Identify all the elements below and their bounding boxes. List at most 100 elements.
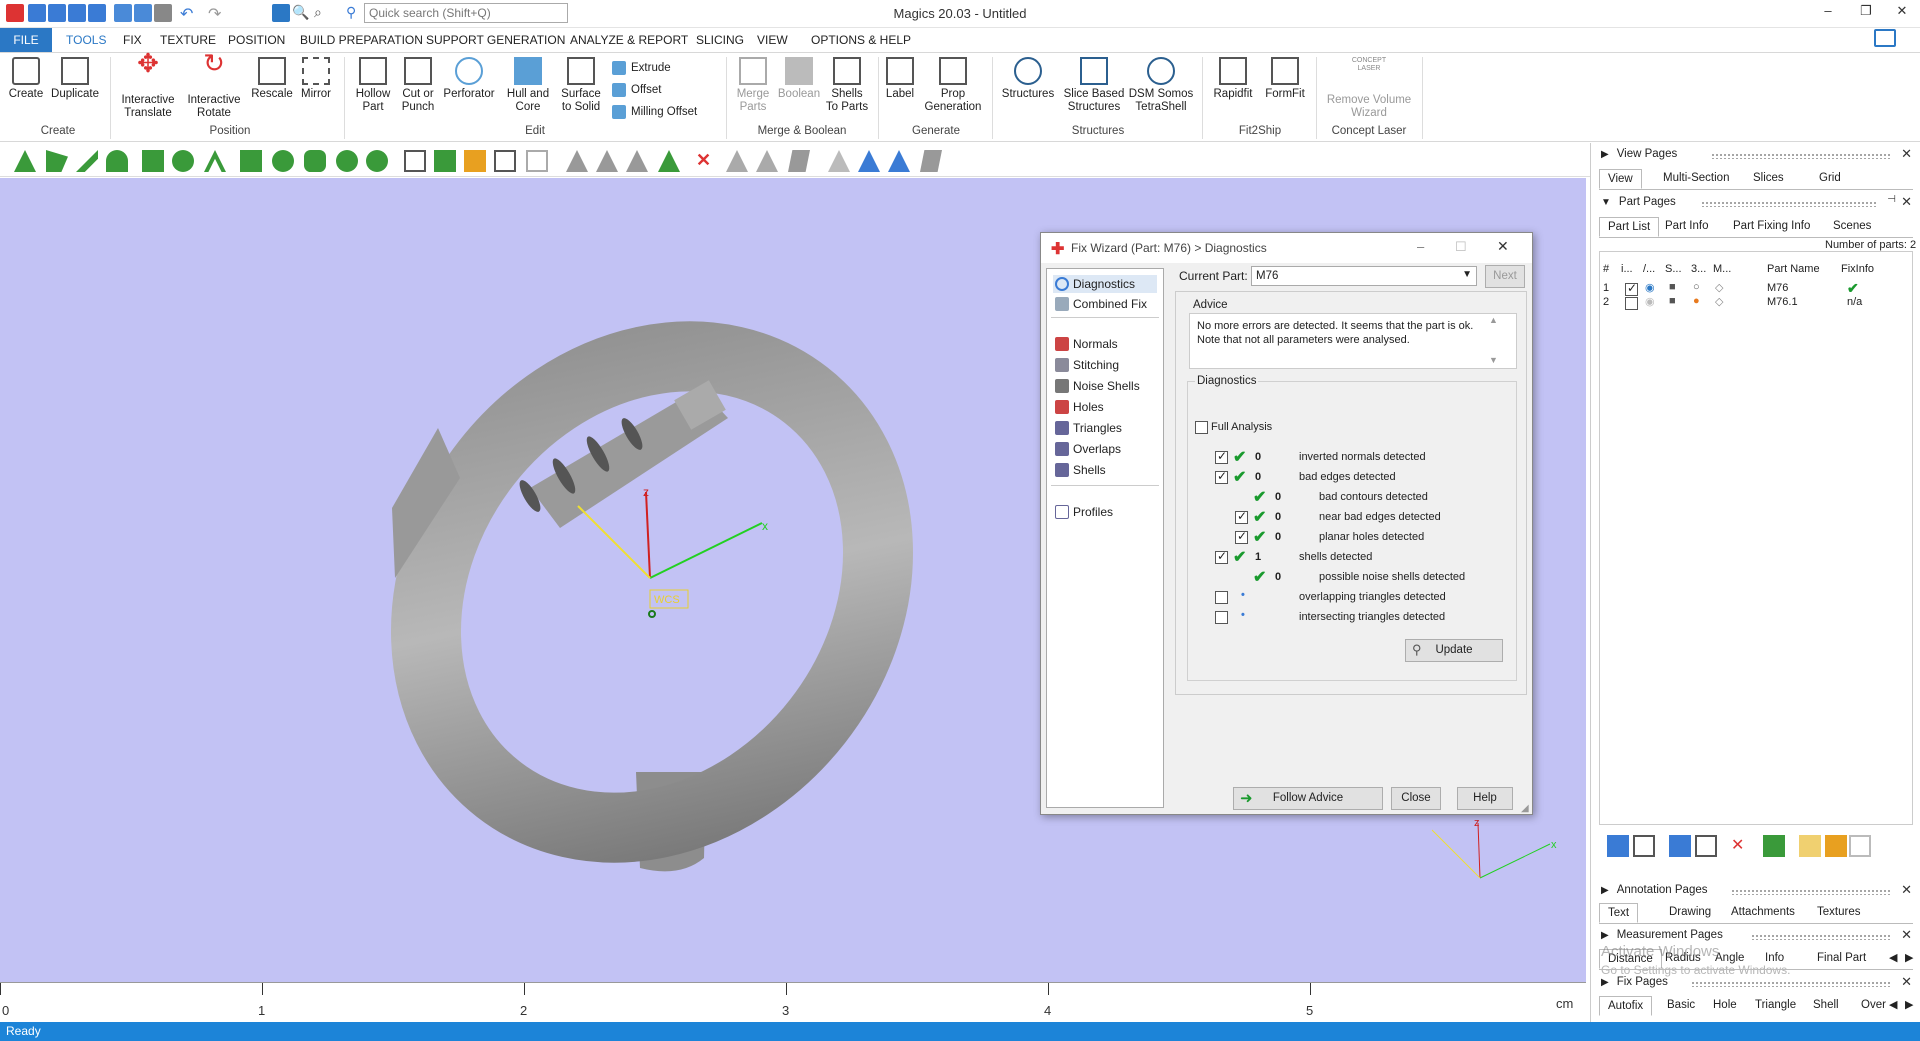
- rescale-button[interactable]: Rescale: [250, 57, 294, 101]
- nav-overlaps[interactable]: Overlaps: [1053, 440, 1157, 458]
- part-name[interactable]: M76: [1767, 282, 1788, 294]
- mark-triangle-icon[interactable]: [566, 150, 588, 172]
- select-box-icon[interactable]: [142, 150, 164, 172]
- duplicate-button[interactable]: Duplicate: [48, 57, 102, 101]
- group-icon[interactable]: [1669, 835, 1691, 857]
- tab-multi-section[interactable]: Multi-Section: [1655, 169, 1737, 187]
- part-yellow-icon[interactable]: [464, 150, 486, 172]
- row-checkbox[interactable]: [1215, 469, 1228, 484]
- close-icon[interactable]: ✕: [1901, 882, 1912, 898]
- shading-icon[interactable]: ■: [1669, 295, 1676, 307]
- row-checkbox[interactable]: [1235, 529, 1248, 544]
- nav-diagnostics[interactable]: Diagnostics: [1053, 275, 1157, 293]
- update-button[interactable]: ⚲ Update: [1405, 639, 1503, 662]
- close-button[interactable]: ✕: [1886, 3, 1918, 23]
- color-dot-icon[interactable]: ●: [1693, 295, 1700, 307]
- part-grey-icon[interactable]: [526, 150, 548, 172]
- mesh-icon[interactable]: ◇: [1715, 295, 1723, 308]
- nav-triangles[interactable]: Triangles: [1053, 419, 1157, 437]
- tab-attachments[interactable]: Attachments: [1723, 903, 1803, 921]
- col-header[interactable]: FixInfo: [1841, 263, 1874, 275]
- measurement-pages-header[interactable]: ▶ Measurement Pages: [1601, 929, 1723, 941]
- tab-scroll-right-icon[interactable]: ▶: [1905, 998, 1913, 1011]
- dialog-close-icon[interactable]: ✕: [1497, 238, 1509, 255]
- next-button[interactable]: Next: [1485, 265, 1525, 288]
- scroll-down-icon[interactable]: ▼: [1489, 355, 1498, 365]
- close-icon[interactable]: ✕: [1901, 974, 1912, 990]
- extrude-button[interactable]: Extrude: [612, 61, 671, 75]
- add-part-icon[interactable]: [1607, 835, 1629, 857]
- tab-part-info[interactable]: Part Info: [1657, 217, 1716, 235]
- fix-pages-header[interactable]: ▶ Fix Pages: [1601, 976, 1668, 988]
- eye-icon[interactable]: ◉: [1645, 295, 1655, 308]
- offset-button[interactable]: Offset: [612, 83, 661, 97]
- row-checkbox[interactable]: [1215, 611, 1228, 624]
- label-tag-icon[interactable]: [1825, 835, 1847, 857]
- select-shell-icon[interactable]: [106, 150, 128, 172]
- row-checkbox[interactable]: [1215, 549, 1228, 564]
- layout-icon[interactable]: [1874, 29, 1896, 47]
- col-header[interactable]: #: [1603, 263, 1609, 275]
- tab-grid[interactable]: Grid: [1811, 169, 1849, 187]
- cut-or-punch-button[interactable]: Cut or Punch: [398, 57, 438, 114]
- invert-marking-icon[interactable]: [726, 150, 748, 172]
- dsm-somos-tetrashell-button[interactable]: DSM Somos TetraShell: [1128, 57, 1194, 114]
- mark-plane-icon[interactable]: [596, 150, 618, 172]
- select-surface-icon[interactable]: [76, 150, 98, 172]
- help-button[interactable]: Help: [1457, 787, 1513, 810]
- circle-icon[interactable]: ○: [1693, 281, 1700, 293]
- nav-profiles[interactable]: Profiles: [1053, 503, 1157, 521]
- col-header[interactable]: /...: [1643, 263, 1655, 275]
- select-circle-icon[interactable]: [336, 150, 358, 172]
- formfit-button[interactable]: FormFit: [1260, 57, 1310, 101]
- tab-text[interactable]: Text: [1599, 903, 1639, 923]
- tab-part-list[interactable]: Part List: [1599, 217, 1660, 237]
- unmark-icon[interactable]: ✕: [696, 150, 718, 172]
- row-checkbox[interactable]: [1215, 591, 1228, 604]
- tab-basic[interactable]: Basic: [1659, 996, 1703, 1014]
- select-lasso-icon[interactable]: [240, 150, 262, 172]
- row-checkbox[interactable]: [1215, 449, 1228, 464]
- menu-build-preparation[interactable]: BUILD PREPARATION: [300, 33, 423, 47]
- dialog-minimize-button[interactable]: –: [1417, 239, 1424, 254]
- tab-drawing[interactable]: Drawing: [1661, 903, 1719, 921]
- label-button[interactable]: Label: [882, 57, 918, 101]
- menu-view[interactable]: VIEW: [757, 33, 788, 47]
- surface-to-solid-button[interactable]: Surface to Solid: [556, 57, 606, 114]
- rapidfit-button[interactable]: Rapidfit: [1208, 57, 1258, 101]
- current-part-select[interactable]: M76 ▼: [1251, 266, 1477, 286]
- select-ball-icon[interactable]: [366, 150, 388, 172]
- select-triangle-icon[interactable]: [14, 150, 36, 172]
- follow-advice-button[interactable]: ➜ Follow Advice: [1233, 787, 1383, 810]
- shells-to-parts-button[interactable]: Shells To Parts: [824, 57, 870, 114]
- full-analysis-checkbox[interactable]: [1195, 421, 1208, 434]
- view-pages-header[interactable]: ▶ View Pages: [1601, 148, 1677, 160]
- close-icon[interactable]: ✕: [1901, 194, 1912, 210]
- close-icon[interactable]: ✕: [1901, 146, 1912, 162]
- tab-autofix[interactable]: Autofix: [1599, 996, 1653, 1016]
- tab-slices[interactable]: Slices: [1745, 169, 1792, 187]
- part-pages-header[interactable]: ▼ Part Pages: [1601, 196, 1676, 208]
- col-header[interactable]: S...: [1665, 263, 1682, 275]
- part-visible-checkbox[interactable]: [1625, 281, 1638, 296]
- pin-icon[interactable]: ⊣: [1887, 194, 1896, 205]
- delete-icon[interactable]: ✕: [1731, 835, 1753, 857]
- nav-noise-shells[interactable]: Noise Shells: [1053, 377, 1157, 395]
- ungroup-icon[interactable]: [1695, 835, 1717, 857]
- restore-button[interactable]: ❐: [1850, 3, 1882, 23]
- tab-scroll-right-icon[interactable]: ▶: [1905, 951, 1913, 964]
- part-green-icon[interactable]: [434, 150, 456, 172]
- tab-over[interactable]: Over: [1853, 996, 1894, 1014]
- select-all-icon[interactable]: [1633, 835, 1655, 857]
- shrink-marking-icon[interactable]: [788, 150, 810, 172]
- prop-generation-button[interactable]: Prop Generation: [922, 57, 984, 114]
- nav-combined-fix[interactable]: Combined Fix: [1053, 295, 1157, 313]
- menu-options-help[interactable]: OPTIONS & HELP: [811, 33, 911, 47]
- merge-parts-button[interactable]: Merge Parts: [732, 57, 774, 114]
- close-button[interactable]: Close: [1391, 787, 1441, 810]
- nav-normals[interactable]: Normals: [1053, 335, 1157, 353]
- tab-scenes[interactable]: Scenes: [1825, 217, 1879, 235]
- col-header[interactable]: i...: [1621, 263, 1633, 275]
- stack-icon[interactable]: [1849, 835, 1871, 857]
- part-outline-icon[interactable]: [494, 150, 516, 172]
